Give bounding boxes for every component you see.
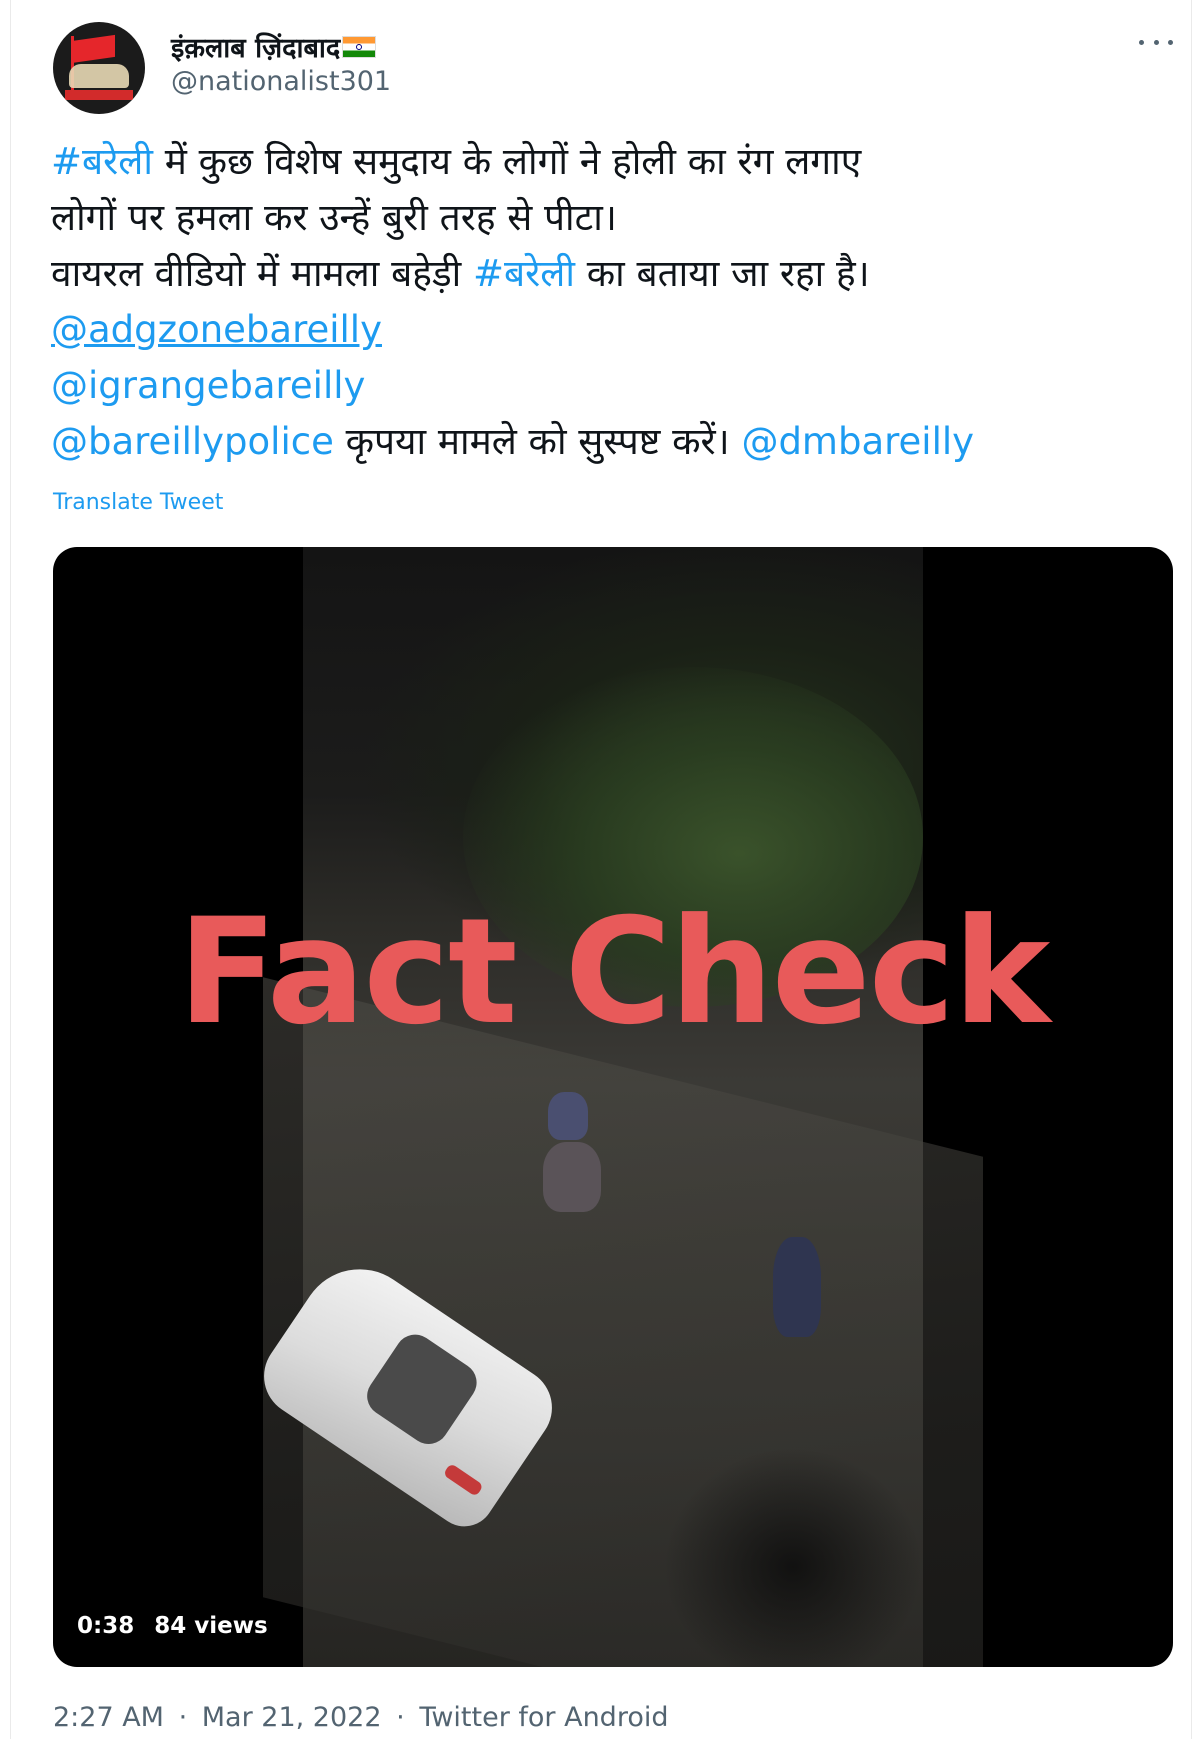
tweet-card: इंक़लाब ज़िंदाबाद @nationalist301 #बरेली… xyxy=(10,0,1192,1739)
video-frame xyxy=(248,547,983,1667)
tweet-line-1: #बरेली में कुछ विशेष समुदाय के लोगों ने … xyxy=(51,134,1171,190)
author-handle[interactable]: @nationalist301 xyxy=(171,66,391,97)
hashtag-link[interactable]: #बरेली xyxy=(473,252,575,295)
video-person xyxy=(548,1092,588,1140)
video-duration: 0:38 xyxy=(77,1613,135,1639)
tweet-line-4: @adgzonebareilly xyxy=(51,302,1171,358)
video-views: 84 views xyxy=(154,1613,268,1639)
tweet-line-5: @igrangebareilly xyxy=(51,358,1171,414)
avatar-banner xyxy=(65,90,133,100)
tweet-line-6: @bareillypolice कृपया मामले को सुस्पष्ट … xyxy=(51,414,1171,470)
avatar-red-flag xyxy=(71,34,115,64)
more-horizontal-icon[interactable] xyxy=(1139,32,1173,52)
tweet-time[interactable]: 2:27 AM xyxy=(53,1702,164,1733)
tweet-text-segment: में कुछ विशेष समुदाय के लोगों ने होली का… xyxy=(152,140,862,183)
tweet-text-segment: का बताया जा रहा है। xyxy=(574,252,870,295)
tweet-text-segment: कृपया मामले को सुस्पष्ट करें। xyxy=(333,420,742,463)
author-display-name[interactable]: इंक़लाब ज़िंदाबाद xyxy=(171,28,340,65)
avatar[interactable] xyxy=(53,22,145,114)
translate-tweet-link[interactable]: Translate Tweet xyxy=(53,490,223,515)
fact-check-watermark: Fact Check xyxy=(177,887,1051,1057)
video-person xyxy=(543,1142,601,1212)
tweet-header: इंक़लाब ज़िंदाबाद @nationalist301 xyxy=(53,22,1183,122)
avatar-crowd xyxy=(69,64,129,88)
tweet-footer: 2:27 AM · Mar 21, 2022 · Twitter for And… xyxy=(53,1702,668,1733)
india-flag-icon xyxy=(342,35,377,58)
footer-separator: · xyxy=(178,1702,188,1733)
video-meta: 0:38 84 views xyxy=(77,1613,268,1639)
hashtag-link[interactable]: #बरेली xyxy=(51,140,153,183)
tweet-date[interactable]: Mar 21, 2022 xyxy=(202,1702,382,1733)
tweet-text-segment: वायरल वीडियो में मामला बहेड़ी xyxy=(51,252,473,295)
tweet-text: #बरेली में कुछ विशेष समुदाय के लोगों ने … xyxy=(51,134,1171,470)
tweet-line-3: वायरल वीडियो में मामला बहेड़ी #बरेली का … xyxy=(51,246,1171,302)
footer-separator: · xyxy=(396,1702,405,1733)
tweet-line-2: लोगों पर हमला कर उन्हें बुरी तरह से पीटा… xyxy=(51,190,1171,246)
mention-link-bareillypolice[interactable]: @bareillypolice xyxy=(51,420,334,463)
mention-link-adgzonebareilly[interactable]: @adgzonebareilly xyxy=(51,308,382,351)
video-player[interactable]: Fact Check 0:38 84 views xyxy=(53,547,1173,1667)
tweet-text-segment: लोगों पर हमला कर उन्हें बुरी तरह से पीटा… xyxy=(51,196,617,239)
mention-link-igrangebareilly[interactable]: @igrangebareilly xyxy=(51,364,365,407)
tweet-source-app[interactable]: Twitter for Android xyxy=(419,1702,668,1733)
mention-link-dmbareilly[interactable]: @dmbareilly xyxy=(741,420,974,463)
author-name-line[interactable]: इंक़लाब ज़िंदाबाद xyxy=(171,28,377,65)
video-person xyxy=(773,1237,821,1337)
